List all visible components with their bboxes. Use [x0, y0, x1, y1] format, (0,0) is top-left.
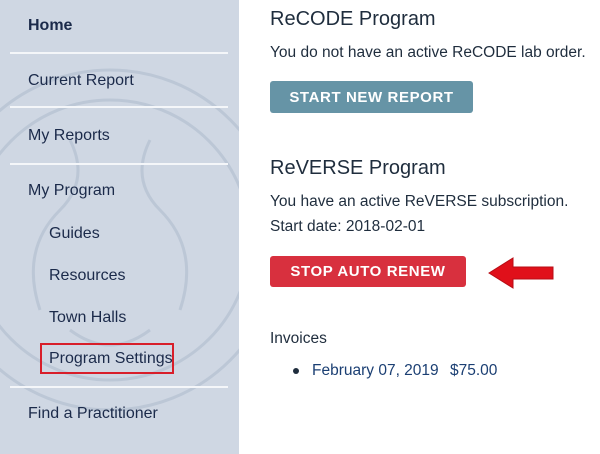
recode-message: You do not have an active ReCODE lab ord…	[270, 44, 586, 61]
reverse-title: ReVERSE Program	[270, 157, 446, 179]
sidebar-item-town-halls[interactable]: Town Halls	[49, 309, 126, 327]
sidebar-item-guides[interactable]: Guides	[49, 225, 100, 243]
sidebar-item-find-practitioner[interactable]: Find a Practitioner	[28, 405, 158, 423]
sidebar-item-my-reports[interactable]: My Reports	[28, 127, 110, 145]
invoice-date-link[interactable]: February 07, 2019	[312, 362, 439, 380]
sidebar-divider	[10, 106, 228, 108]
sidebar-nav: Home Current Report My Reports My Progra…	[0, 0, 239, 454]
list-bullet	[293, 368, 299, 374]
sidebar-item-current-report[interactable]: Current Report	[28, 72, 134, 90]
red-arrow-icon	[488, 257, 554, 289]
sidebar-item-resources[interactable]: Resources	[49, 267, 125, 285]
reverse-message: You have an active ReVERSE subscription.	[270, 193, 569, 210]
start-new-report-button[interactable]: START NEW REPORT	[270, 81, 473, 113]
sidebar-divider	[10, 386, 228, 388]
sidebar-divider	[10, 52, 228, 54]
stop-auto-renew-button[interactable]: STOP AUTO RENEW	[270, 256, 466, 287]
sidebar-divider	[10, 163, 228, 165]
reverse-start-date: Start date: 2018-02-01	[270, 218, 426, 235]
invoice-amount-link[interactable]: $75.00	[450, 362, 497, 380]
recode-title: ReCODE Program	[270, 8, 436, 30]
invoices-heading: Invoices	[270, 330, 327, 347]
sidebar-item-home[interactable]: Home	[28, 17, 72, 35]
program-settings-highlight	[40, 343, 174, 374]
sidebar-item-my-program[interactable]: My Program	[28, 182, 115, 200]
